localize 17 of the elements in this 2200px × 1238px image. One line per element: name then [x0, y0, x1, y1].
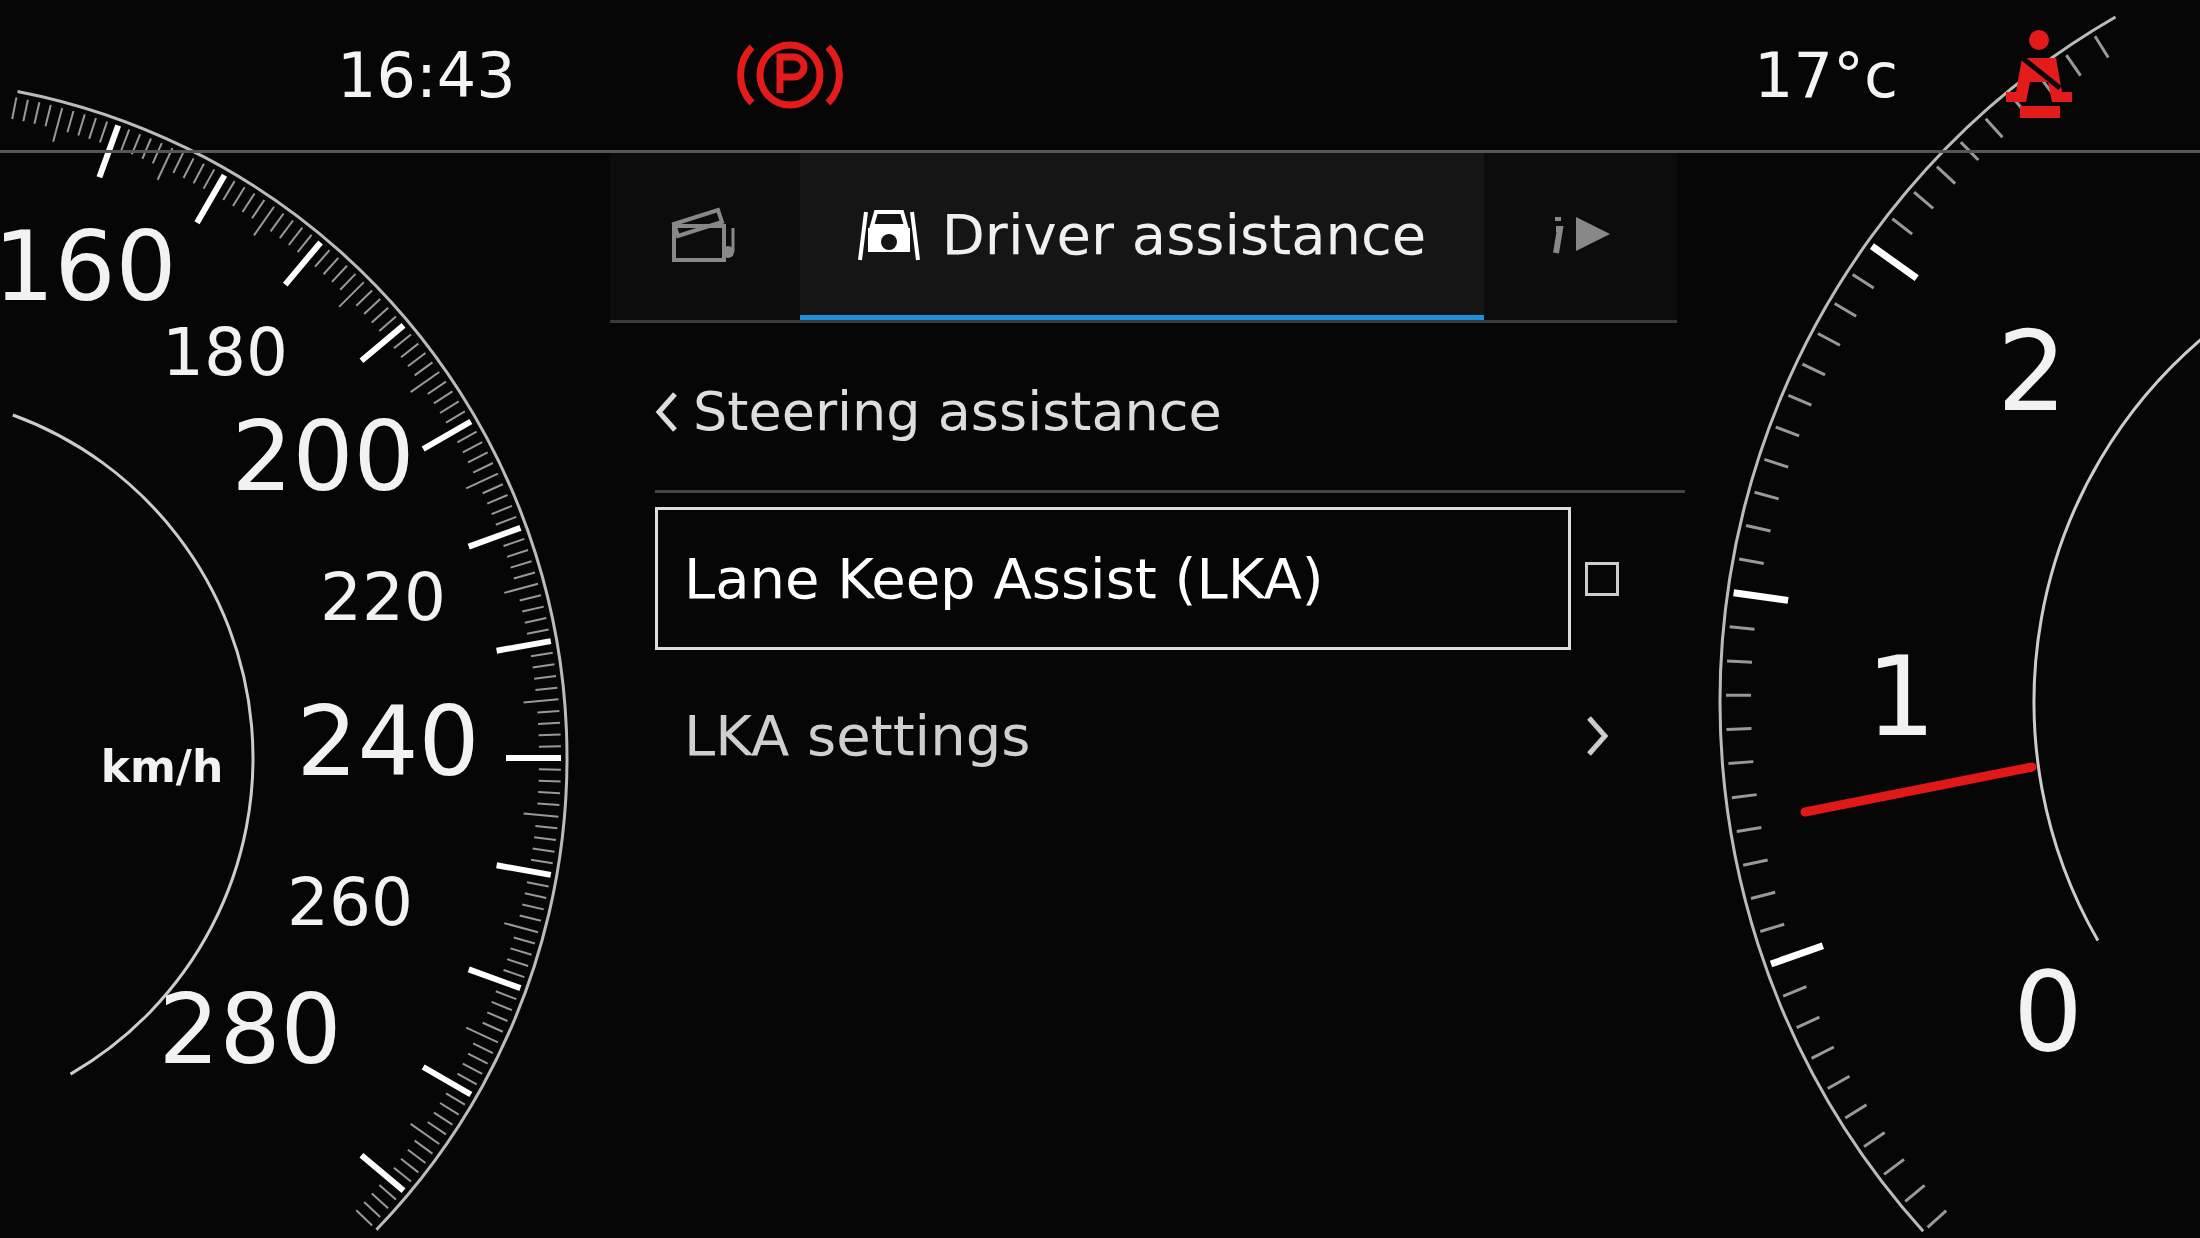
checkbox[interactable]: [1585, 561, 1619, 596]
clock-time: 16:43: [337, 38, 517, 112]
rpm-label: 0: [2013, 948, 2083, 1076]
speed-label: 220: [320, 559, 446, 636]
speed-unit-label: km/h: [100, 741, 224, 792]
temperature-reading: 17°c: [1754, 38, 1899, 112]
menu-item[interactable]: Lane Keep Assist (LKA): [655, 507, 1571, 650]
speed-label: 280: [158, 974, 342, 1086]
speed-label: 240: [296, 686, 480, 798]
driver-assistance-tab[interactable]: Driver assistance: [800, 153, 1484, 320]
speed-label: 260: [287, 864, 413, 941]
rpm-label: 1: [1866, 633, 1936, 761]
back-link[interactable]: Steering assistance: [655, 323, 1685, 493]
back-label: Steering assistance: [693, 380, 1222, 443]
rpm-label: 2: [1997, 308, 2067, 436]
menu-item[interactable]: LKA settings: [655, 664, 1571, 807]
speed-label: 200: [231, 401, 415, 513]
